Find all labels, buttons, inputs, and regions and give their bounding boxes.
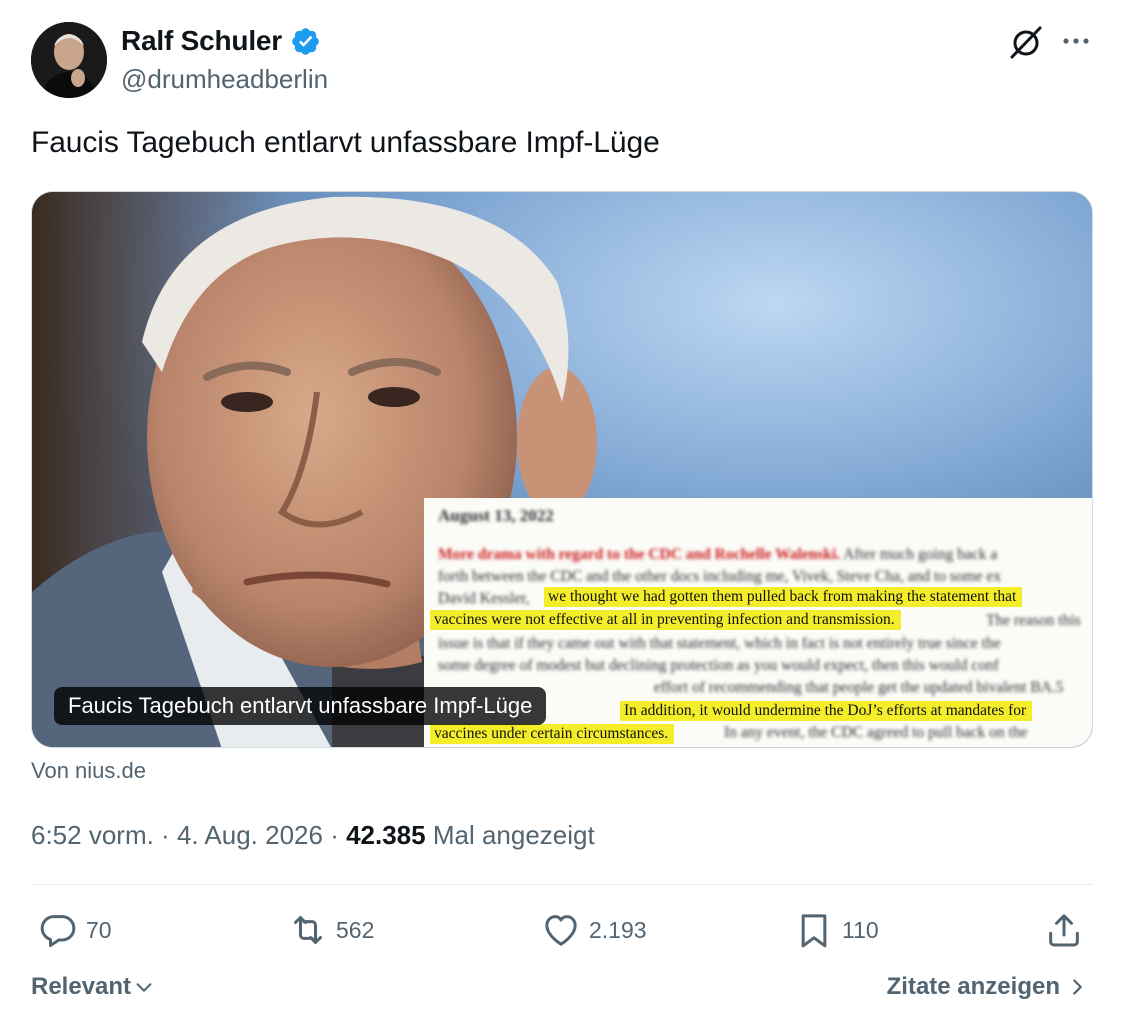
card-source[interactable]: Von nius.de [31, 758, 146, 784]
tweet-date[interactable]: 4. Aug. 2026 [177, 820, 323, 850]
chevron-right-icon [1073, 979, 1082, 995]
heart-icon [545, 915, 577, 946]
sort-dropdown[interactable]: Relevant [31, 973, 155, 1001]
reply-count: 70 [86, 916, 112, 943]
repost-button[interactable]: 562 [288, 908, 374, 952]
meta-separator: · [322, 820, 347, 850]
share-icon [1049, 914, 1079, 947]
document-line-1-rest: After much going back a [843, 546, 998, 563]
reply-icon [40, 915, 76, 947]
document-line-5: issue is that if they came out with that… [438, 635, 1001, 652]
document-line-7: effort of recommending that people get t… [654, 679, 1064, 696]
more-icon[interactable] [1058, 26, 1094, 56]
card-caption: Faucis Tagebuch entlarvt unfassbare Impf… [54, 687, 547, 725]
sort-label: Relevant [31, 973, 132, 1000]
chevron-down-icon [136, 983, 152, 992]
avatar[interactable] [31, 22, 107, 98]
tweet-text: Faucis Tagebuch entlarvt unfassbare Impf… [31, 126, 660, 159]
share-button[interactable] [1044, 908, 1084, 952]
document-line-4-rest: The reason this [986, 612, 1081, 629]
document-highlight-1: we thought we had gotten them pulled bac… [544, 587, 1023, 607]
bookmark-icon [801, 914, 827, 948]
author-handle[interactable]: @drumheadberlin [121, 64, 328, 95]
tweet-time[interactable]: 6:52 vorm. [31, 820, 154, 850]
document-line-1: More drama with regard to the CDC and Ro… [438, 546, 997, 564]
author-name[interactable]: Ralf Schuler [121, 25, 282, 57]
repost-icon [294, 916, 322, 944]
document-red-heading: More drama with regard to the CDC and Ro… [438, 546, 841, 563]
document-line-6: some degree of modest but declining prot… [438, 657, 999, 674]
divider [31, 884, 1093, 885]
tweet-meta: 6:52 vorm. · 4. Aug. 2026 · 42.385 Mal a… [31, 820, 595, 851]
view-count: 42.385 [346, 820, 426, 850]
document-highlight-2: vaccines were not effective at all in pr… [430, 610, 901, 630]
document-line-3-prefix: David Kessler, [438, 590, 530, 607]
meta-separator: · [153, 820, 177, 850]
grok-icon[interactable] [1006, 22, 1046, 62]
link-card[interactable]: August 13, 2022 More drama with regard t… [31, 191, 1093, 748]
repost-count: 562 [336, 916, 375, 943]
document-highlight-4: vaccines under certain circumstances. [430, 724, 675, 744]
like-count: 2.193 [589, 916, 647, 943]
view-count-label: Mal angezeigt [425, 820, 595, 850]
bookmark-button[interactable]: 110 [794, 908, 879, 952]
document-line-2: forth between the CDC and the other docs… [438, 568, 1002, 585]
document-date: August 13, 2022 [438, 506, 554, 525]
avatar-photo [31, 22, 107, 98]
author-name-row[interactable]: Ralf Schuler [121, 25, 321, 57]
document-line-8-rest: In any event, the CDC agreed to pull bac… [724, 724, 1028, 741]
view-quotes-link[interactable]: Zitate anzeigen [887, 973, 1086, 1001]
bookmark-count: 110 [842, 916, 879, 943]
document-highlight-3: In addition, it would undermine the DoJ’… [620, 701, 1033, 721]
verified-badge-icon [292, 27, 319, 55]
quotes-label: Zitate anzeigen [886, 973, 1060, 1000]
like-button[interactable]: 2.193 [541, 908, 647, 952]
reply-button[interactable]: 70 [38, 908, 112, 952]
